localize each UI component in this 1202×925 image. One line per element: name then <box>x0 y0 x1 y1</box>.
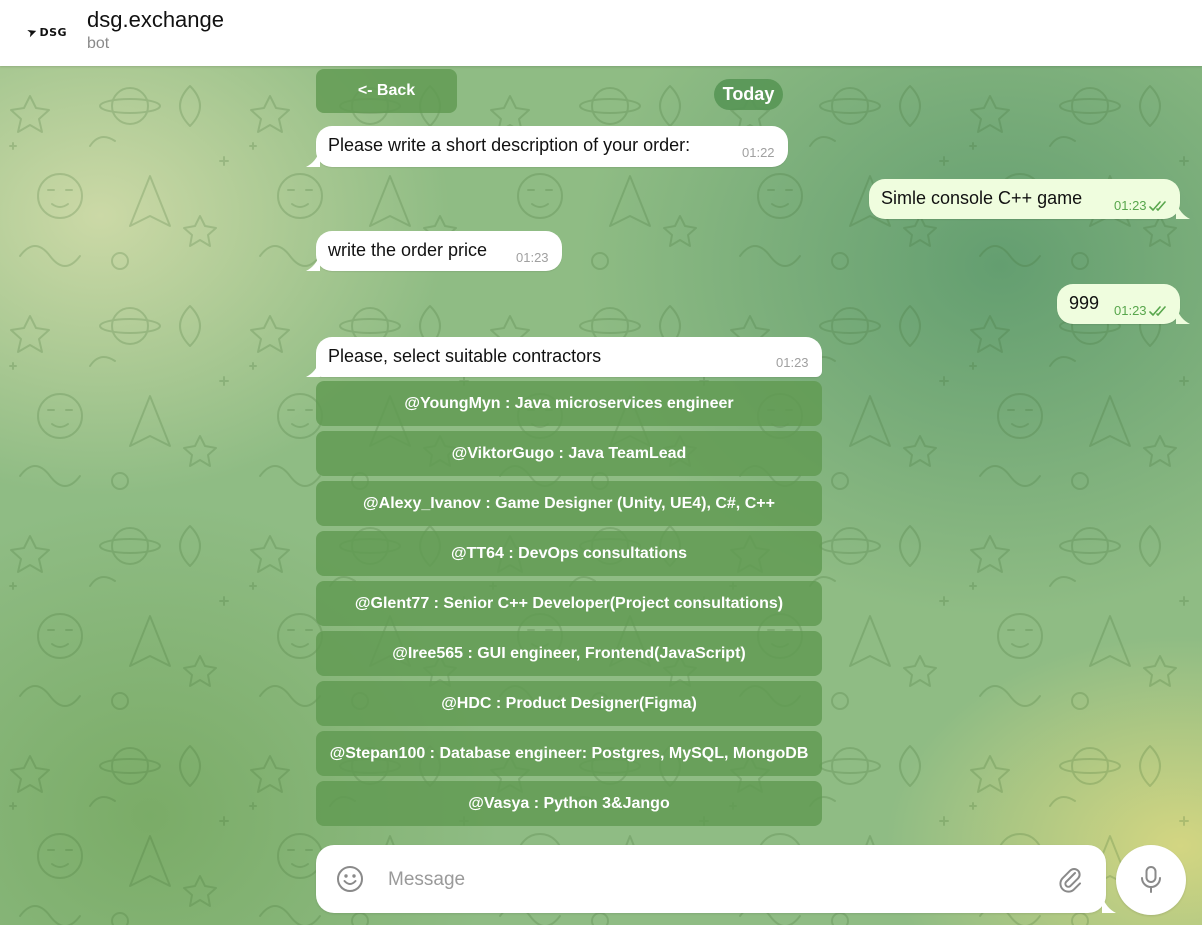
outgoing-message: 999 01:23 <box>1057 284 1180 324</box>
incoming-message: Please, select suitable contractors 01:2… <box>316 337 822 377</box>
smile-icon[interactable] <box>336 865 364 893</box>
paperclip-icon[interactable] <box>1056 865 1084 893</box>
message-time: 01:23 <box>776 355 809 370</box>
message-text: Simle console C++ game <box>881 188 1083 208</box>
message-text: write the order price <box>328 240 488 260</box>
incoming-message: write the order price 01:23 <box>316 231 562 271</box>
bubble-tail <box>1176 202 1190 219</box>
logo-mark-icon: ➤ <box>24 23 40 41</box>
avatar-text: DSG <box>39 25 68 39</box>
composer-tail <box>1102 896 1116 913</box>
message-composer <box>316 845 1106 913</box>
message-text: Please write a short description of your… <box>328 135 691 155</box>
outgoing-message: Simle console C++ game 01:23 <box>869 179 1180 219</box>
bubble-tail <box>1176 307 1190 324</box>
incoming-message: Please write a short description of your… <box>316 126 788 167</box>
bubble-tail <box>306 360 320 377</box>
voice-record-button[interactable] <box>1116 845 1186 915</box>
chat-title[interactable]: dsg.exchange <box>87 7 224 33</box>
bot-avatar[interactable]: ➤ DSG <box>24 12 70 52</box>
contractor-button[interactable]: @Alexy_Ivanov : Game Designer (Unity, UE… <box>316 481 822 526</box>
chat-subtitle: bot <box>87 35 110 52</box>
contractor-button[interactable]: @ViktorGugo : Java TeamLead <box>316 431 822 476</box>
message-text: Please, select suitable contractors <box>328 346 602 366</box>
back-button[interactable]: <- Back <box>316 69 457 113</box>
date-badge: Today <box>714 79 783 110</box>
message-time: 01:22 <box>742 145 775 160</box>
contractor-button[interactable]: @Vasya : Python 3&Jango <box>316 781 822 826</box>
bubble-tail <box>306 150 320 167</box>
message-time: 01:23 <box>1114 198 1169 213</box>
message-time: 01:23 <box>516 250 549 265</box>
contractor-button[interactable]: @Stepan100 : Database engineer: Postgres… <box>316 731 822 776</box>
message-time: 01:23 <box>1114 303 1169 318</box>
contractor-button[interactable]: @HDC : Product Designer(Figma) <box>316 681 822 726</box>
microphone-icon <box>1141 866 1161 893</box>
bubble-tail <box>306 254 320 271</box>
contractor-button[interactable]: @Glent77 : Senior C++ Developer(Project … <box>316 581 822 626</box>
chat-header: ➤ DSG dsg.exchange bot <box>0 0 1202 66</box>
message-input[interactable] <box>386 863 1050 897</box>
message-text: 999 <box>1069 293 1100 313</box>
contractor-button[interactable]: @TT64 : DevOps consultations <box>316 531 822 576</box>
contractor-button[interactable]: @YoungMyn : Java microservices engineer <box>316 381 822 426</box>
contractor-button[interactable]: @Iree565 : GUI engineer, Frontend(JavaSc… <box>316 631 822 676</box>
read-checkmarks-icon <box>1148 306 1166 316</box>
read-checkmarks-icon <box>1148 201 1166 211</box>
